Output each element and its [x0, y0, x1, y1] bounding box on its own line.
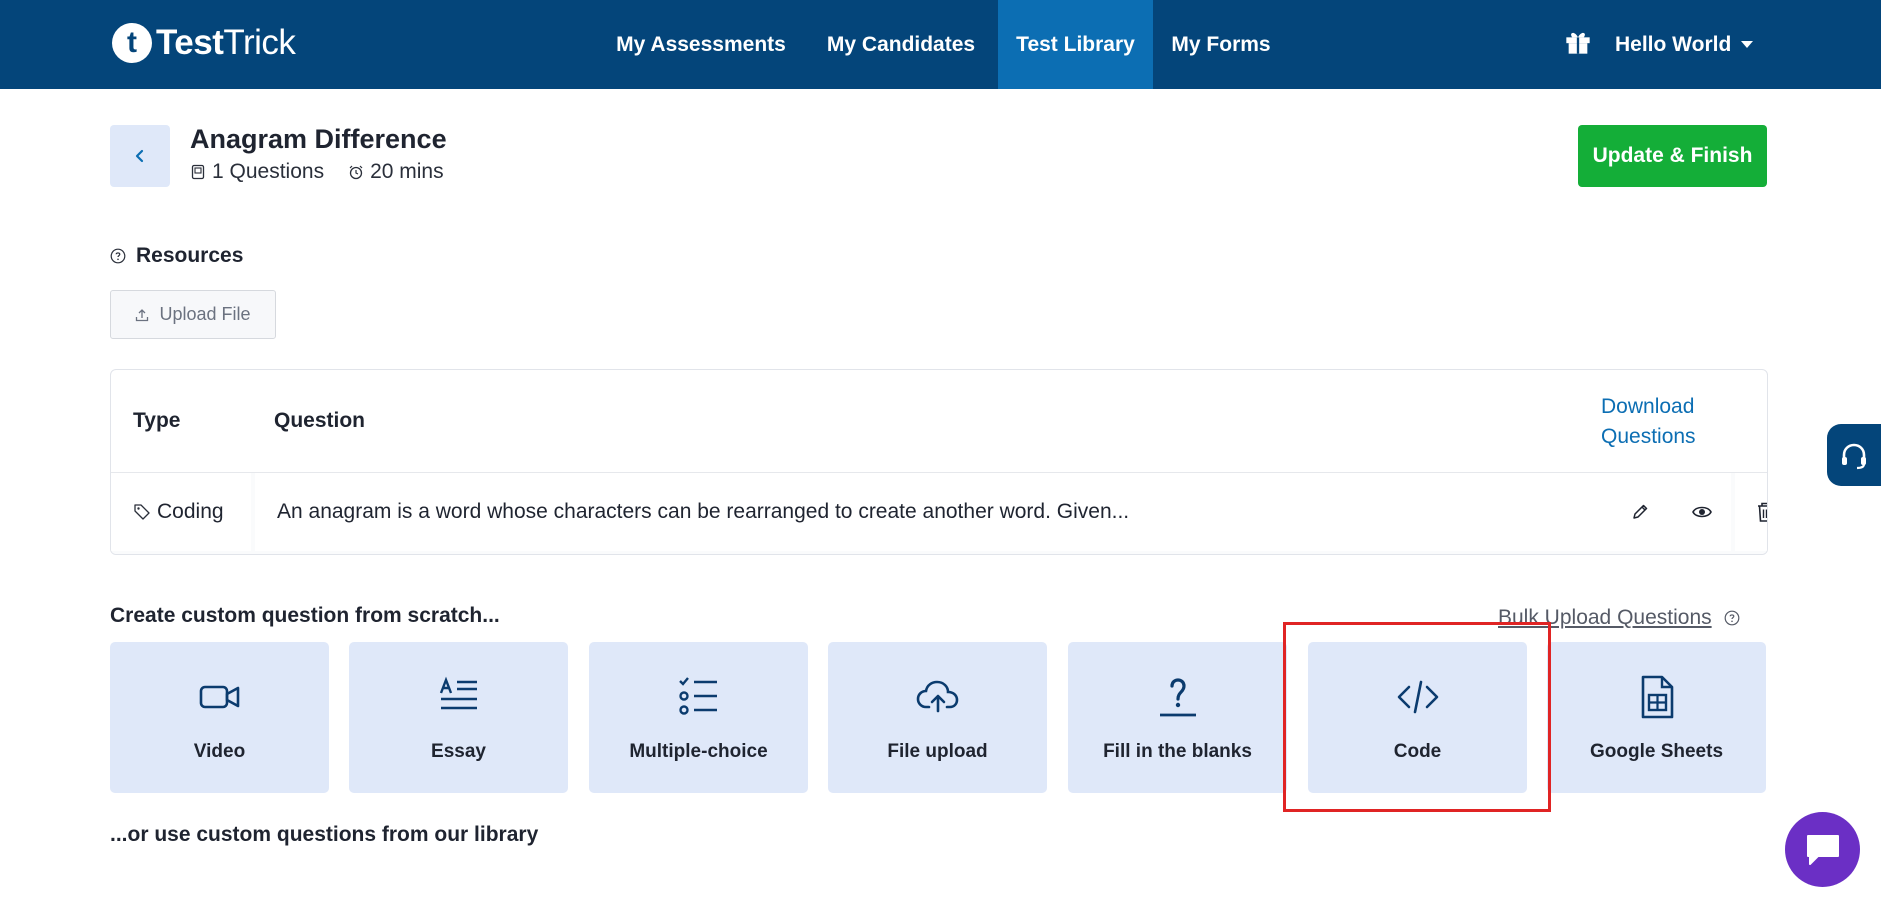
- user-name: Hello World: [1615, 32, 1732, 56]
- page-title: Anagram Difference: [190, 124, 447, 154]
- pencil-icon: [1633, 504, 1648, 519]
- duration: 20 mins: [370, 160, 444, 183]
- caret-down-icon: [1741, 41, 1754, 48]
- card-label: Video: [193, 741, 246, 762]
- help-circle-icon[interactable]: [1724, 610, 1740, 626]
- code-card-highlight: [1283, 622, 1551, 812]
- card-multiple-choice[interactable]: Multiple-choice: [589, 642, 808, 793]
- document-icon: [191, 164, 205, 180]
- eye-icon: [1692, 506, 1712, 518]
- edit-question-button[interactable]: [1611, 473, 1669, 551]
- testtrick-logo[interactable]: t TestTrick: [112, 20, 296, 66]
- delete-question-button[interactable]: [1735, 473, 1767, 551]
- alarm-clock-icon: [349, 165, 363, 180]
- cloud-upload-icon: [916, 680, 958, 713]
- nav-my-candidates[interactable]: My Candidates: [808, 0, 994, 89]
- download-questions-link[interactable]: Download Questions: [1601, 392, 1731, 452]
- resources-heading: Resources: [110, 244, 243, 268]
- trash-icon: [1758, 502, 1767, 522]
- video-icon: [199, 685, 239, 709]
- logo-text-light: Trick: [223, 23, 296, 62]
- nav-my-forms[interactable]: My Forms: [1160, 0, 1282, 89]
- update-finish-button[interactable]: Update & Finish: [1578, 125, 1767, 187]
- card-label: Multiple-choice: [629, 741, 768, 762]
- help-circle-icon[interactable]: [110, 248, 126, 264]
- card-label: File upload: [887, 741, 988, 762]
- question-text-cell: An anagram is a word whose characters ca…: [255, 473, 1685, 551]
- upload-file-button[interactable]: Upload File: [110, 290, 276, 339]
- back-button[interactable]: [110, 125, 170, 187]
- card-essay[interactable]: Essay: [349, 642, 568, 793]
- questions-table: Type Question Download Questions Coding …: [110, 369, 1768, 555]
- create-custom-heading: Create custom question from scratch...: [110, 604, 500, 627]
- resources-label: Resources: [136, 244, 244, 267]
- column-header-question: Question: [274, 409, 366, 432]
- table-row: Coding An anagram is a word whose charac…: [111, 473, 1767, 554]
- questions-count: 1 Questions: [212, 160, 325, 183]
- question-text: An anagram is a word whose characters ca…: [277, 500, 1130, 523]
- spreadsheet-icon: [1641, 675, 1673, 719]
- library-heading: ...or use custom questions from our libr…: [110, 823, 539, 846]
- chat-icon: [1807, 835, 1839, 865]
- logo-text-bold: Test: [156, 23, 224, 62]
- nav-test-library[interactable]: Test Library: [998, 0, 1153, 89]
- card-google-sheets[interactable]: Google Sheets: [1547, 642, 1766, 793]
- essay-icon: [439, 676, 477, 710]
- column-header-type: Type: [133, 409, 181, 432]
- preview-question-button[interactable]: [1673, 473, 1731, 551]
- card-file-upload[interactable]: File upload: [828, 642, 1047, 793]
- question-mark-icon: [1159, 678, 1196, 717]
- question-type-cell: Coding: [111, 473, 251, 551]
- user-menu[interactable]: Hello World: [1615, 0, 1754, 89]
- tag-icon: [134, 504, 150, 520]
- headset-icon: [1842, 443, 1866, 470]
- logo-mark: t: [112, 23, 152, 63]
- assessment-meta: 1 Questions 20 mins: [190, 160, 444, 184]
- checklist-icon: [678, 677, 717, 715]
- gift-icon[interactable]: [1564, 28, 1592, 56]
- download-link-line1: Download: [1601, 395, 1695, 418]
- chat-widget-button[interactable]: [1785, 812, 1860, 887]
- logo-text: TestTrick: [156, 23, 296, 63]
- card-label: Fill in the blanks: [1103, 741, 1252, 762]
- download-link-line2: Questions: [1601, 425, 1696, 448]
- card-fill-in-the-blanks[interactable]: Fill in the blanks: [1068, 642, 1287, 793]
- support-tab[interactable]: [1827, 424, 1881, 486]
- card-label: Essay: [431, 741, 486, 762]
- upload-icon: [136, 308, 149, 321]
- card-video[interactable]: Video: [110, 642, 329, 793]
- top-navbar: t TestTrick My Assessments My Candidates…: [0, 0, 1881, 89]
- upload-file-label: Upload File: [159, 304, 251, 324]
- chevron-left-icon: [135, 149, 144, 163]
- card-label: Google Sheets: [1589, 741, 1724, 762]
- nav-my-assessments[interactable]: My Assessments: [600, 0, 802, 89]
- table-header: Type Question Download Questions: [111, 370, 1767, 473]
- question-type: Coding: [157, 500, 224, 523]
